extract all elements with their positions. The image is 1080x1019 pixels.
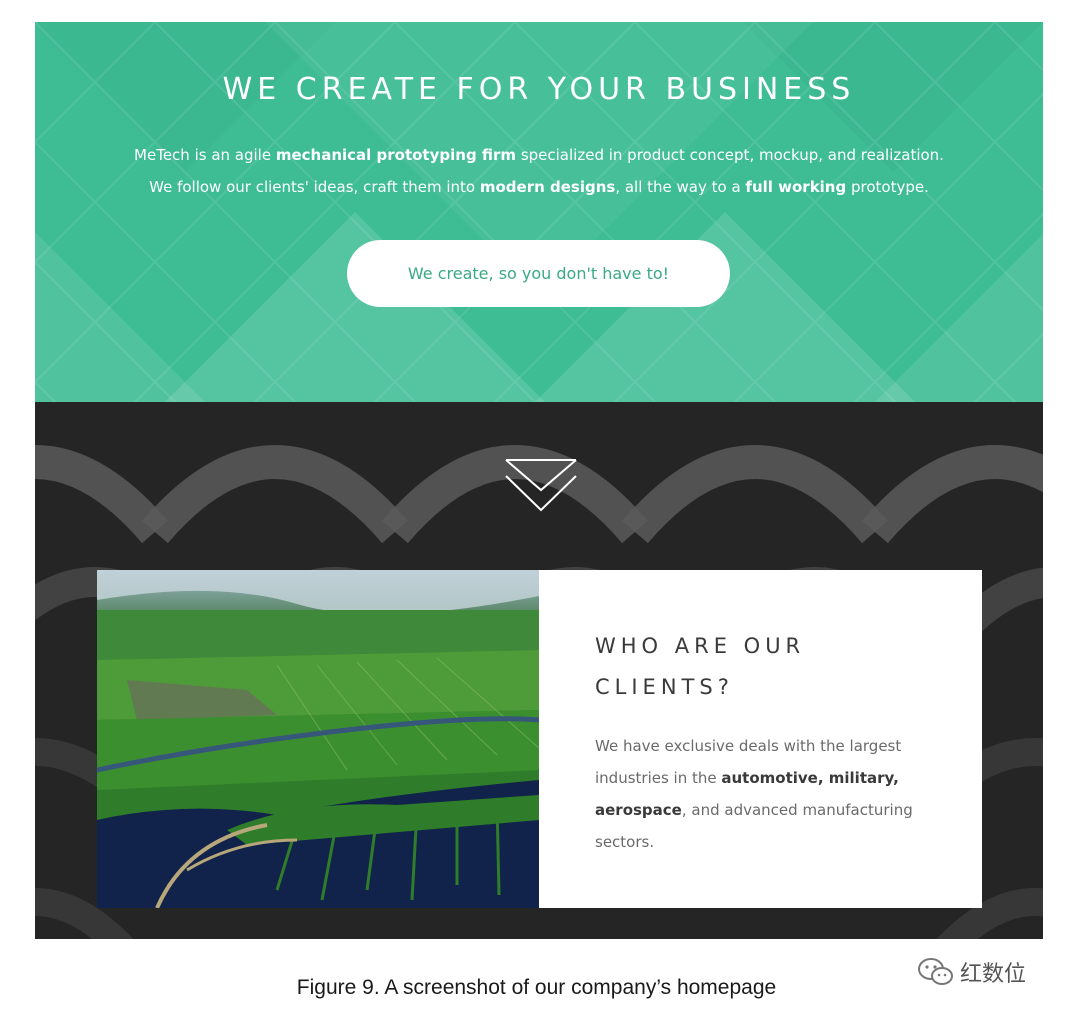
figure-caption: Figure 9. A screenshot of our company’s …: [296, 976, 777, 999]
hero-lead-line-2: We follow our clients' ideas, craft them…: [35, 178, 1043, 196]
text-run: , all the way to a: [615, 178, 746, 196]
clients-description: We have exclusive deals with the largest…: [595, 730, 955, 858]
emphasis-text: modern designs: [479, 178, 616, 196]
text-run: prototype.: [846, 178, 929, 196]
emphasis-text: mechanical prototyping firm: [275, 146, 517, 164]
text-run: specialized in product concept, mockup, …: [516, 146, 944, 164]
clients-section: WHO ARE OUR CLIENTS? We have exclusive d…: [35, 402, 1043, 939]
aerial-landscape-photo: [97, 570, 539, 908]
text-run: We follow our clients' ideas, craft them…: [149, 178, 480, 196]
clients-card: WHO ARE OUR CLIENTS? We have exclusive d…: [97, 570, 982, 908]
hero-title: WE CREATE FOR YOUR BUSINESS: [222, 72, 856, 108]
cta-button[interactable]: We create, so you don't have to!: [347, 240, 730, 307]
clients-heading-line-1: WHO ARE OUR: [595, 634, 806, 658]
double-chevron-down-icon[interactable]: [504, 458, 578, 514]
emphasis-text: full working: [745, 178, 847, 196]
watermark-text: 红数位: [960, 962, 1027, 987]
clients-heading-line-2: CLIENTS?: [595, 675, 734, 699]
hero-lead-line-1: MeTech is an agile mechanical prototypin…: [35, 146, 1043, 164]
clients-heading: WHO ARE OUR CLIENTS?: [595, 626, 955, 708]
clients-text-block: WHO ARE OUR CLIENTS? We have exclusive d…: [595, 626, 955, 858]
homepage-screenshot: WE CREATE FOR YOUR BUSINESS MeTech is an…: [35, 22, 1043, 939]
text-run: MeTech is an agile: [134, 146, 276, 164]
watermark: 红数位: [916, 954, 1026, 990]
hero-section: WE CREATE FOR YOUR BUSINESS MeTech is an…: [35, 22, 1043, 402]
wechat-icon: [918, 958, 953, 985]
